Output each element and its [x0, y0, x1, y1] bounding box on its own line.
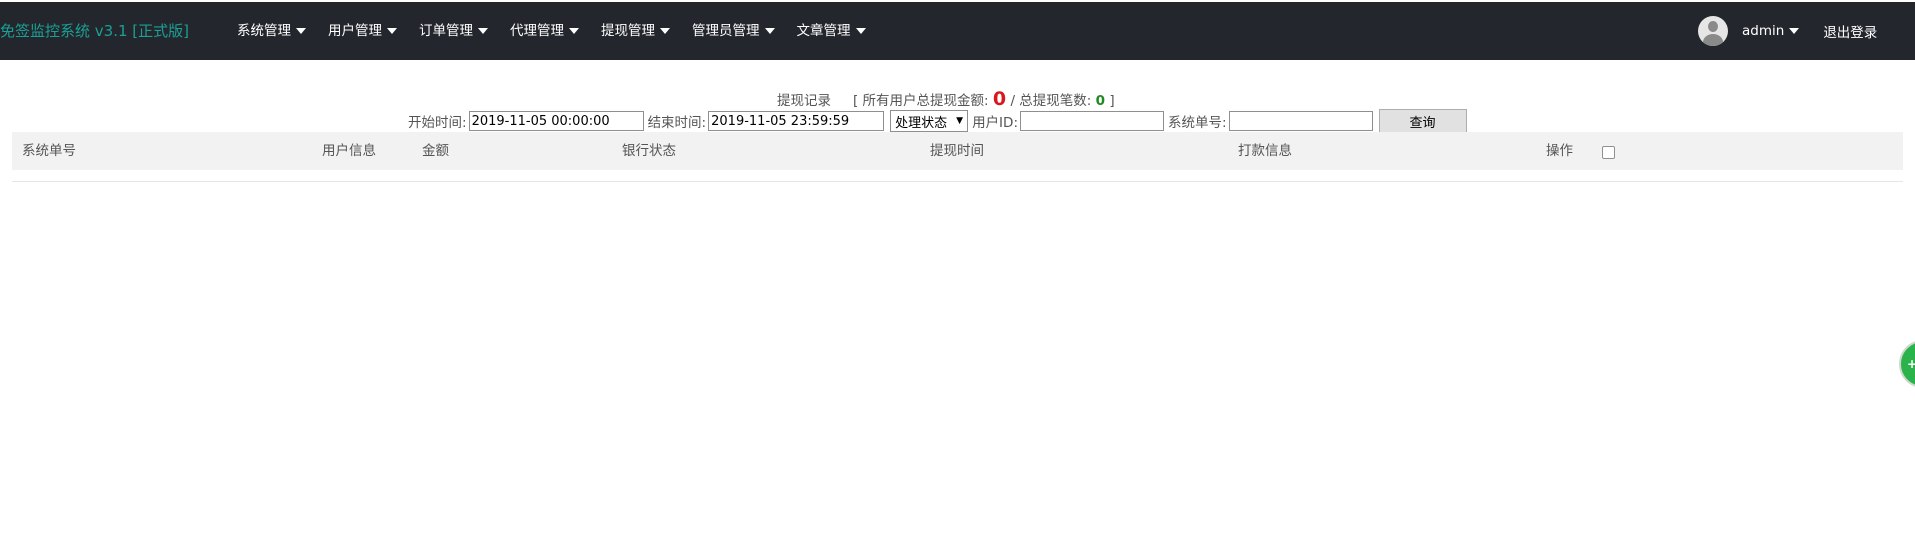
nav-label: 订单管理: [419, 23, 473, 39]
top-navbar: 免签监控系统 v3.1 [正式版] 系统管理 用户管理 订单管理 代理管理 提现…: [0, 2, 1915, 60]
main-nav: 系统管理 用户管理 订单管理 代理管理 提现管理 管理员管理 文章管理: [226, 2, 877, 60]
caret-down-icon: [1789, 28, 1800, 34]
app-title[interactable]: 免签监控系统 v3.1 [正式版]: [0, 2, 189, 60]
user-id-input[interactable]: [1020, 111, 1164, 131]
user-avatar-icon[interactable]: [1698, 16, 1728, 46]
column-header: 操作: [1546, 143, 1573, 159]
user-name: admin: [1742, 23, 1785, 39]
column-header: 金额: [422, 143, 449, 159]
column-header: 银行状态: [622, 143, 676, 159]
floating-action-button[interactable]: +1: [1899, 340, 1915, 388]
nav-label: 文章管理: [796, 23, 851, 39]
caret-down-icon: [569, 28, 579, 34]
order-no-label: 系统单号:: [1168, 115, 1227, 131]
user-area: admin 退出登录: [1698, 2, 1877, 60]
nav-orders[interactable]: 订单管理: [408, 2, 499, 60]
order-no-input[interactable]: [1228, 111, 1373, 131]
nav-label: 系统管理: [237, 23, 291, 39]
query-button[interactable]: 查询: [1378, 109, 1467, 133]
caret-down-icon: [764, 28, 775, 34]
caret-down-icon: [660, 28, 670, 34]
column-header: 系统单号: [22, 143, 76, 159]
withdrawal-summary: 提现记录 [ 所有用户总提现金额: 0 / 总提现笔数: 0 ]: [777, 88, 1115, 110]
logout-link[interactable]: 退出登录: [1823, 21, 1877, 41]
user-id-label: 用户ID:: [972, 115, 1018, 131]
end-time-input[interactable]: [708, 111, 885, 131]
start-time-input[interactable]: [468, 111, 644, 131]
caret-down-icon: [478, 28, 488, 34]
table-bottom-divider: [12, 181, 1903, 182]
avatar-body: [1703, 34, 1723, 46]
table-header: 系统单号 用户信息 金额 银行状态 提现时间 打款信息 操作: [12, 132, 1903, 170]
nav-users[interactable]: 用户管理: [317, 2, 408, 60]
end-time-label: 结束时间:: [647, 115, 707, 131]
nav-agents[interactable]: 代理管理: [499, 2, 590, 60]
user-menu[interactable]: admin: [1742, 23, 1800, 39]
total-amount: 0: [992, 88, 1007, 110]
caret-down-icon: [855, 28, 866, 34]
column-header: 提现时间: [930, 143, 984, 159]
nav-admins[interactable]: 管理员管理: [681, 2, 786, 60]
page-title: 提现记录: [777, 93, 831, 109]
column-header: 打款信息: [1238, 143, 1292, 159]
nav-withdrawals[interactable]: 提现管理: [590, 2, 681, 60]
nav-articles[interactable]: 文章管理: [786, 2, 877, 60]
filter-bar: 开始时间: 结束时间: 处理状态 ▼ 用户ID: 系统单号: 查询: [408, 109, 1467, 133]
avatar-head: [1708, 21, 1718, 32]
nav-label: 提现管理: [601, 23, 655, 39]
nav-system[interactable]: 系统管理: [226, 2, 317, 60]
summary-separator: / 总提现笔数:: [1010, 93, 1092, 109]
caret-down-icon: [296, 28, 306, 34]
total-count: 0: [1095, 93, 1106, 109]
caret-down-icon: [387, 28, 397, 34]
nav-label: 管理员管理: [692, 23, 760, 39]
dropdown-arrow-icon: ▼: [956, 116, 964, 126]
summary-suffix: ]: [1109, 93, 1115, 109]
start-time-label: 开始时间:: [408, 115, 467, 131]
status-select-value: 处理状态: [895, 115, 948, 131]
summary-prefix: [ 所有用户总提现金额:: [853, 93, 989, 109]
column-header: 用户信息: [322, 143, 376, 159]
select-all-checkbox[interactable]: [1602, 146, 1615, 159]
nav-label: 用户管理: [328, 23, 382, 39]
status-select[interactable]: 处理状态 ▼: [890, 110, 969, 132]
nav-label: 代理管理: [510, 23, 564, 39]
